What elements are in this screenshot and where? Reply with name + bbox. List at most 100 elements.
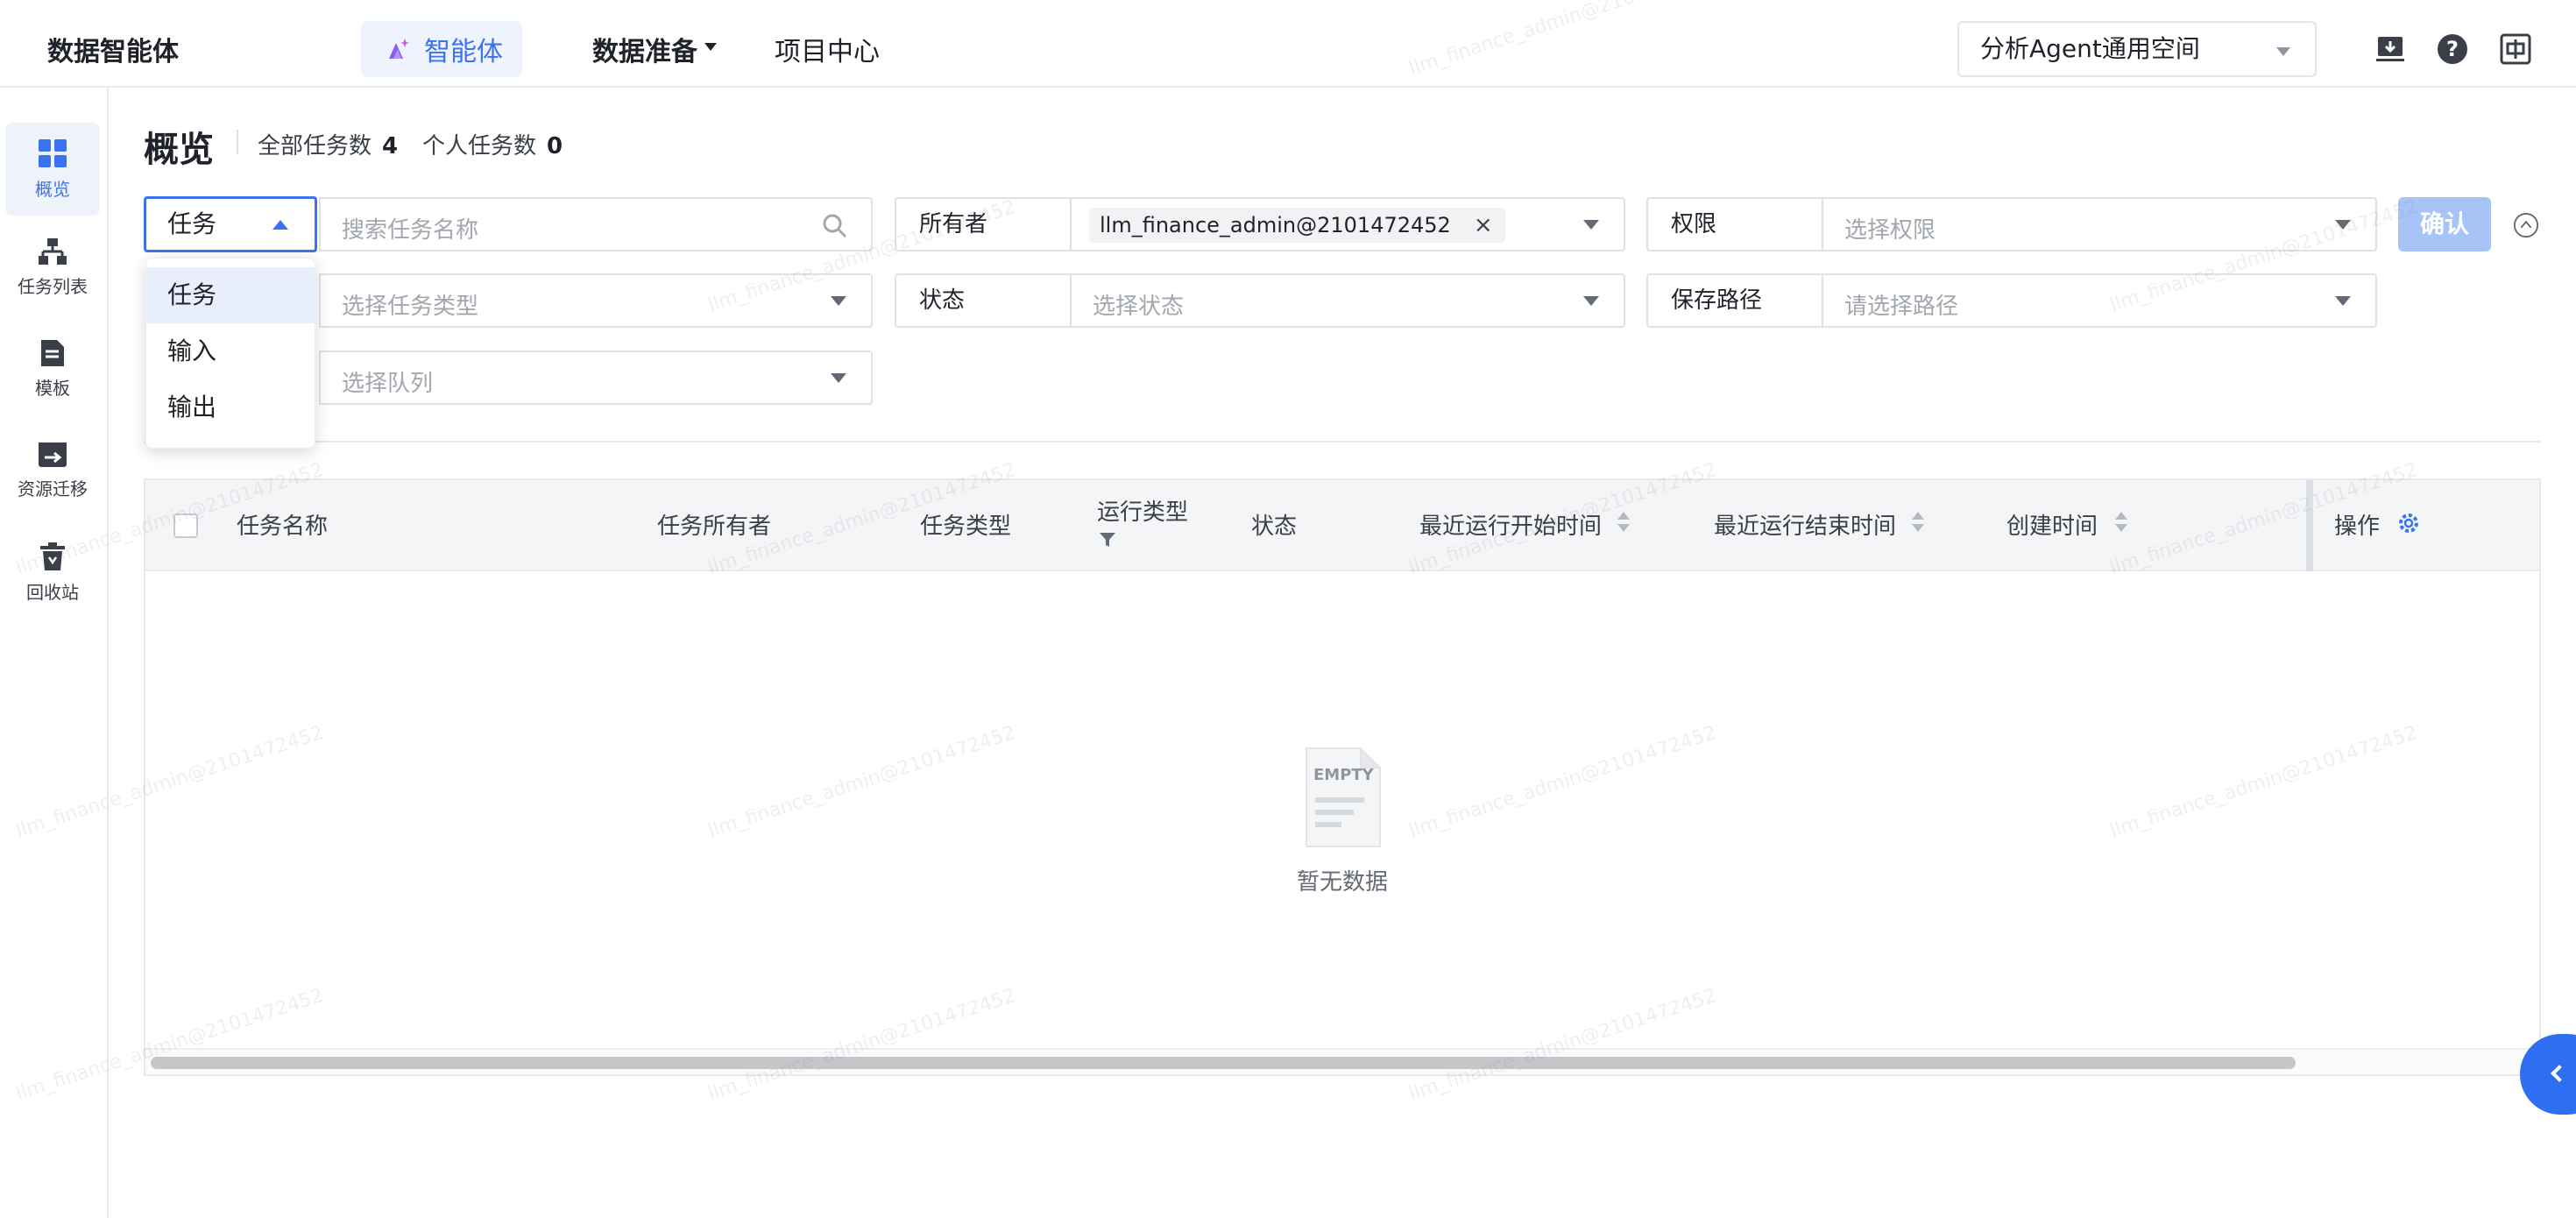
sidebar-item-task-list[interactable]: 任务列表 [5, 221, 100, 314]
empty-text: 暂无数据 [1297, 869, 1389, 896]
column-created-time[interactable]: 创建时间 [2006, 508, 2098, 541]
sidebar-item-migration[interactable]: 资源迁移 [5, 424, 100, 517]
chevron-down-icon [2335, 296, 2351, 306]
template-icon [41, 339, 64, 366]
search-input[interactable]: 搜索任务名称 [319, 197, 873, 251]
sidebar-item-recycle-bin[interactable]: 回收站 [5, 526, 100, 619]
svg-text:?: ? [2446, 37, 2459, 61]
column-run-type[interactable]: 运行类型 [1097, 494, 1188, 527]
sidebar-item-template[interactable]: 模板 [5, 322, 100, 415]
nav-agent[interactable]: 智能体 [361, 21, 522, 77]
chevron-left-icon [2551, 1065, 2568, 1082]
chevron-down-icon [2335, 220, 2351, 230]
sort-desc-icon[interactable] [1617, 524, 1630, 532]
dropdown-option-input[interactable]: 输入 [146, 323, 315, 379]
save-path-placeholder: 请选择路径 [1844, 294, 1959, 320]
permission-placeholder: 选择权限 [1844, 217, 1936, 244]
column-task-type[interactable]: 任务类型 [920, 508, 1011, 541]
dropdown-option-output[interactable]: 输出 [146, 379, 315, 436]
select-all-checkbox[interactable] [173, 513, 198, 538]
search-type-select[interactable]: 任务 [144, 196, 317, 252]
personal-tasks-count: 0 [547, 133, 563, 159]
status-label: 状态 [895, 273, 1072, 328]
column-last-run-end[interactable]: 最近运行结束时间 [1714, 508, 1896, 541]
owner-select[interactable]: llm_finance_admin@2101472452 × [1070, 197, 1625, 251]
owner-tag: llm_finance_admin@2101472452 × [1089, 208, 1505, 243]
personal-tasks-label: 个人任务数 [422, 133, 537, 159]
sort-asc-icon[interactable] [1617, 512, 1630, 520]
save-path-label: 保存路径 [1646, 273, 1823, 328]
save-path-select[interactable]: 请选择路径 [1822, 273, 2377, 328]
column-task-owner[interactable]: 任务所有者 [657, 508, 771, 541]
nav-agent-label: 智能体 [424, 37, 503, 67]
empty-badge: EMPTY [1313, 766, 1375, 784]
search-placeholder: 搜索任务名称 [342, 217, 479, 244]
sidebar-item-label: 回收站 [26, 581, 79, 603]
confirm-button[interactable]: 确认 [2398, 197, 2491, 251]
horizontal-scrollbar[interactable] [145, 1048, 2539, 1074]
brand-title: 数据智能体 [47, 37, 179, 67]
workspace-value: 分析Agent通用空间 [1980, 34, 2200, 63]
sort-desc-icon[interactable] [1912, 524, 1924, 532]
filter-divider [144, 441, 2541, 443]
close-icon[interactable]: × [1474, 208, 1493, 243]
personal-tasks-stat: 个人任务数 0 [422, 128, 563, 160]
all-tasks-stat: 全部任务数 4 [258, 128, 398, 160]
status-select[interactable]: 选择状态 [1070, 273, 1625, 328]
owner-tag-label: llm_finance_admin@2101472452 [1100, 213, 1451, 237]
dropdown-option-task[interactable]: 任务 [146, 267, 315, 323]
column-task-name[interactable]: 任务名称 [237, 508, 328, 541]
chevron-down-icon [831, 296, 846, 306]
top-bar: 数据智能体 智能体 数据准备 项目中心 分析Agent通用空间 ? [0, 0, 2576, 88]
task-table: 任务名称 任务所有者 任务类型 运行类型 状态 最近运行开始时间 最近运行结束时… [144, 478, 2541, 1076]
table-header: 任务名称 任务所有者 任务类型 运行类型 状态 最近运行开始时间 最近运行结束时… [145, 480, 2539, 571]
search-icon [823, 214, 847, 238]
all-tasks-label: 全部任务数 [258, 133, 372, 159]
sidebar-item-label: 概览 [35, 178, 70, 200]
workspace-select[interactable]: 分析Agent通用空间 [1957, 21, 2317, 77]
download-icon[interactable] [2374, 33, 2406, 65]
sort-asc-icon[interactable] [1912, 512, 1924, 520]
title-divider [237, 130, 238, 154]
nav-data-prep[interactable]: 数据准备 [592, 30, 697, 68]
language-icon[interactable] [2500, 33, 2531, 65]
status-placeholder: 选择状态 [1093, 294, 1185, 320]
fixed-column-shadow [2306, 480, 2313, 571]
all-tasks-count: 4 [382, 133, 399, 159]
nav-project-center[interactable]: 项目中心 [775, 30, 880, 68]
chevron-down-icon [2276, 47, 2290, 56]
page-title: 概览 [144, 130, 214, 170]
empty-document-icon: EMPTY [1306, 747, 1381, 847]
scrollbar-thumb[interactable] [151, 1057, 2296, 1069]
task-tree-icon [39, 237, 67, 265]
recycle-bin-icon [40, 542, 65, 570]
chevron-down-icon [1583, 296, 1599, 306]
task-type-select[interactable]: 选择任务类型 [319, 273, 873, 328]
chevron-down-icon[interactable] [704, 43, 717, 51]
collapse-icon[interactable] [2513, 212, 2539, 238]
sort-desc-icon[interactable] [2115, 524, 2127, 532]
column-last-run-start[interactable]: 最近运行开始时间 [1419, 508, 1602, 541]
queue-placeholder: 选择队列 [342, 371, 434, 397]
column-actions: 操作 [2334, 513, 2381, 540]
permission-label: 权限 [1646, 197, 1823, 251]
column-status[interactable]: 状态 [1251, 508, 1297, 541]
chevron-down-icon [831, 373, 846, 383]
sidebar: 概览 任务列表 模板 资源迁移 回收站 [0, 88, 109, 1218]
permission-select[interactable]: 选择权限 [1822, 197, 2377, 251]
sidebar-item-label: 资源迁移 [18, 478, 88, 499]
sidebar-item-label: 模板 [35, 377, 70, 399]
chevron-up-icon [272, 220, 288, 230]
queue-select[interactable]: 选择队列 [319, 351, 873, 405]
search-type-dropdown: 任务 输入 输出 [145, 258, 315, 449]
sort-asc-icon[interactable] [2115, 512, 2127, 520]
sidebar-item-overview[interactable]: 概览 [5, 123, 100, 216]
chevron-down-icon [1583, 220, 1599, 230]
help-icon[interactable]: ? [2437, 33, 2468, 65]
search-type-value: 任务 [167, 209, 217, 238]
owner-label: 所有者 [895, 197, 1072, 251]
settings-gear-icon[interactable] [2397, 512, 2420, 535]
task-type-placeholder: 选择任务类型 [342, 294, 479, 320]
overview-grid-icon [39, 138, 67, 167]
filter-icon[interactable] [1099, 531, 1116, 549]
